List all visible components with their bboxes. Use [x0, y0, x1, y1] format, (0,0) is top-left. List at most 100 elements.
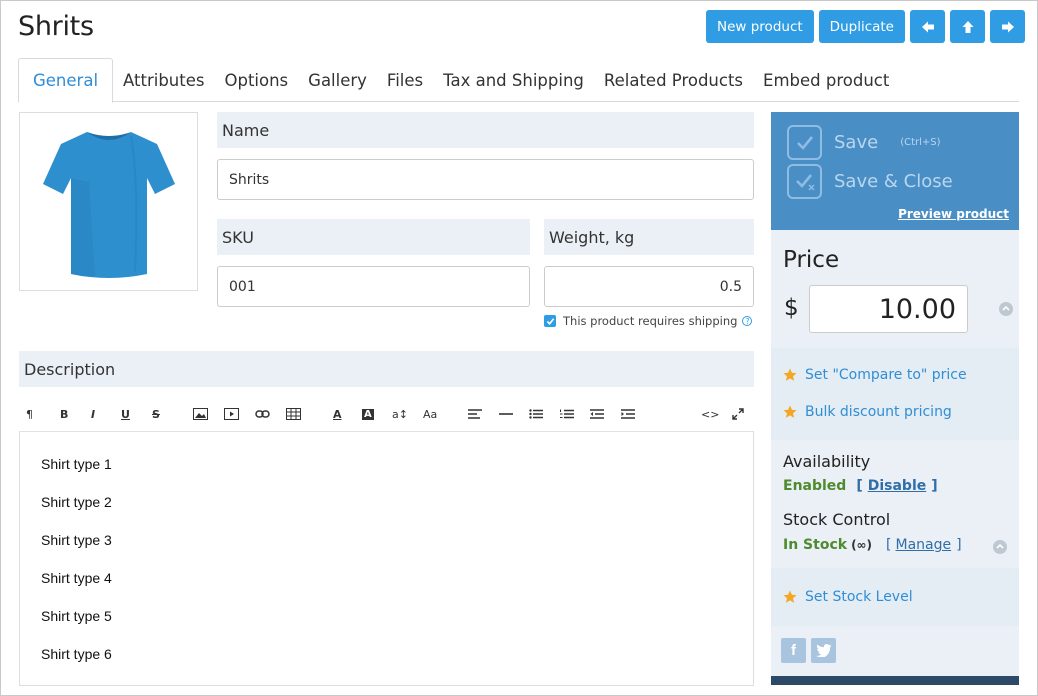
duplicate-button[interactable]: Duplicate — [818, 10, 905, 43]
sku-field[interactable]: 001 — [217, 266, 530, 307]
font-size-icon[interactable]: a↕ — [392, 397, 408, 431]
video-icon[interactable] — [224, 397, 239, 431]
save-close-label: Save & Close — [834, 171, 953, 192]
previous-product-button[interactable] — [910, 10, 945, 43]
save-button[interactable]: Save (Ctrl+S) — [787, 125, 941, 160]
bracket-open: [ — [886, 537, 892, 553]
editor-line: Shirt type 4 — [41, 570, 112, 586]
availability-status-row: Enabled [ Disable ] — [783, 478, 938, 494]
twitter-icon[interactable] — [811, 638, 836, 663]
availability-label: Availability — [783, 452, 871, 471]
facebook-icon[interactable]: f — [781, 638, 806, 663]
compare-price-label: Set "Compare to" price — [805, 367, 967, 383]
check-icon — [546, 317, 554, 325]
sku-label: SKU — [217, 219, 530, 255]
page-title: Shrits — [18, 11, 94, 42]
link-icon[interactable] — [255, 397, 270, 431]
tab-gallery[interactable]: Gallery — [298, 58, 377, 102]
shipping-label: This product requires shipping — [563, 314, 738, 328]
editor-line: Shirt type 3 — [41, 532, 112, 548]
save-panel: Save (Ctrl+S) Save & Close Preview produ… — [771, 112, 1019, 230]
arrow-left-icon — [921, 21, 934, 32]
check-icon — [787, 125, 822, 160]
name-label: Name — [217, 112, 754, 148]
collapse-icon[interactable] — [999, 302, 1013, 316]
up-button[interactable] — [950, 10, 985, 43]
star-icon — [783, 368, 797, 381]
top-actions: New product Duplicate — [706, 10, 1025, 43]
save-shortcut-hint: (Ctrl+S) — [900, 137, 941, 148]
tab-tax-and-shipping[interactable]: Tax and Shipping — [433, 58, 594, 102]
stock-quantity: (∞) — [851, 538, 873, 552]
price-field[interactable]: 10.00 — [809, 285, 968, 333]
bracket-close: ] — [931, 478, 938, 494]
description-label: Description — [19, 351, 754, 387]
unordered-list-icon[interactable] — [529, 397, 543, 431]
tab-embed-product[interactable]: Embed product — [753, 58, 899, 102]
code-view-icon[interactable]: <> — [701, 397, 719, 431]
fullscreen-icon[interactable] — [732, 397, 744, 431]
align-icon[interactable] — [468, 397, 482, 431]
next-product-button[interactable] — [990, 10, 1025, 43]
sidebar-footer — [771, 676, 1019, 685]
stock-status-row: In Stock (∞) [ Manage ] — [783, 537, 962, 553]
manage-stock-link[interactable]: Manage — [896, 537, 952, 553]
compare-price-link[interactable]: Set "Compare to" price — [783, 367, 967, 383]
save-close-button[interactable]: Save & Close — [787, 164, 953, 199]
save-label: Save — [834, 132, 879, 153]
disable-link[interactable]: Disable — [868, 478, 927, 494]
star-icon — [783, 405, 797, 418]
tab-attributes[interactable]: Attributes — [113, 58, 214, 102]
ordered-list-icon[interactable] — [560, 397, 574, 431]
stock-status: In Stock — [783, 537, 848, 553]
editor-line: Shirt type 5 — [41, 608, 112, 624]
collapse-icon[interactable] — [993, 540, 1007, 554]
bracket-open: [ — [856, 478, 863, 494]
tshirt-image — [42, 131, 175, 278]
underline-icon[interactable]: U — [121, 397, 130, 431]
description-editor[interactable]: Shirt type 1 Shirt type 2 Shirt type 3 S… — [19, 431, 754, 686]
italic-icon[interactable]: I — [91, 397, 95, 431]
image-icon[interactable] — [193, 397, 208, 431]
tab-general[interactable]: General — [18, 58, 114, 103]
font-family-icon[interactable]: Aa — [423, 397, 437, 431]
set-stock-level-link[interactable]: Set Stock Level — [783, 589, 913, 605]
weight-field[interactable]: 0.5 — [544, 266, 754, 307]
set-stock-level-label: Set Stock Level — [805, 589, 913, 605]
tab-options[interactable]: Options — [214, 58, 298, 102]
availability-status: Enabled — [783, 478, 847, 494]
strikethrough-icon[interactable]: S — [152, 397, 160, 431]
price-label: Price — [783, 247, 840, 273]
shipping-checkbox[interactable] — [544, 315, 556, 327]
pricing-options — [771, 348, 1019, 440]
indent-icon[interactable] — [621, 397, 635, 431]
font-color-icon[interactable]: A — [333, 397, 342, 431]
star-icon — [783, 590, 797, 603]
product-editor-window: Shrits New product Duplicate General Att… — [0, 0, 1038, 696]
bulk-discount-label: Bulk discount pricing — [805, 404, 952, 420]
currency-symbol: $ — [784, 295, 799, 321]
bold-icon[interactable]: B — [60, 397, 68, 431]
product-sidebar: Save (Ctrl+S) Save & Close Preview produ… — [771, 112, 1019, 685]
product-image[interactable] — [19, 112, 198, 291]
help-icon[interactable]: ? — [742, 316, 753, 326]
tab-related-products[interactable]: Related Products — [594, 58, 753, 102]
background-color-icon[interactable]: A — [362, 397, 374, 431]
bulk-discount-link[interactable]: Bulk discount pricing — [783, 404, 952, 420]
preview-product-link[interactable]: Preview product — [898, 207, 1009, 221]
editor-line: Shirt type 6 — [41, 646, 112, 662]
outdent-icon[interactable] — [590, 397, 604, 431]
shipping-checkbox-row: This product requires shipping ? — [544, 314, 753, 328]
tab-files[interactable]: Files — [377, 58, 433, 102]
new-product-button[interactable]: New product — [706, 10, 814, 43]
check-close-icon — [787, 164, 822, 199]
editor-toolbar: ¶ B I U S A A a↕ Aa <> — [19, 397, 754, 431]
table-icon[interactable] — [286, 397, 301, 431]
social-buttons: f — [781, 638, 836, 663]
horizontal-rule-icon[interactable] — [499, 397, 513, 431]
tab-bar: General Attributes Options Gallery Files… — [18, 58, 1019, 103]
stock-control-label: Stock Control — [783, 510, 891, 529]
name-field[interactable]: Shrits — [217, 159, 754, 200]
paragraph-icon[interactable]: ¶ — [26, 397, 33, 431]
bracket-close: ] — [956, 537, 962, 553]
